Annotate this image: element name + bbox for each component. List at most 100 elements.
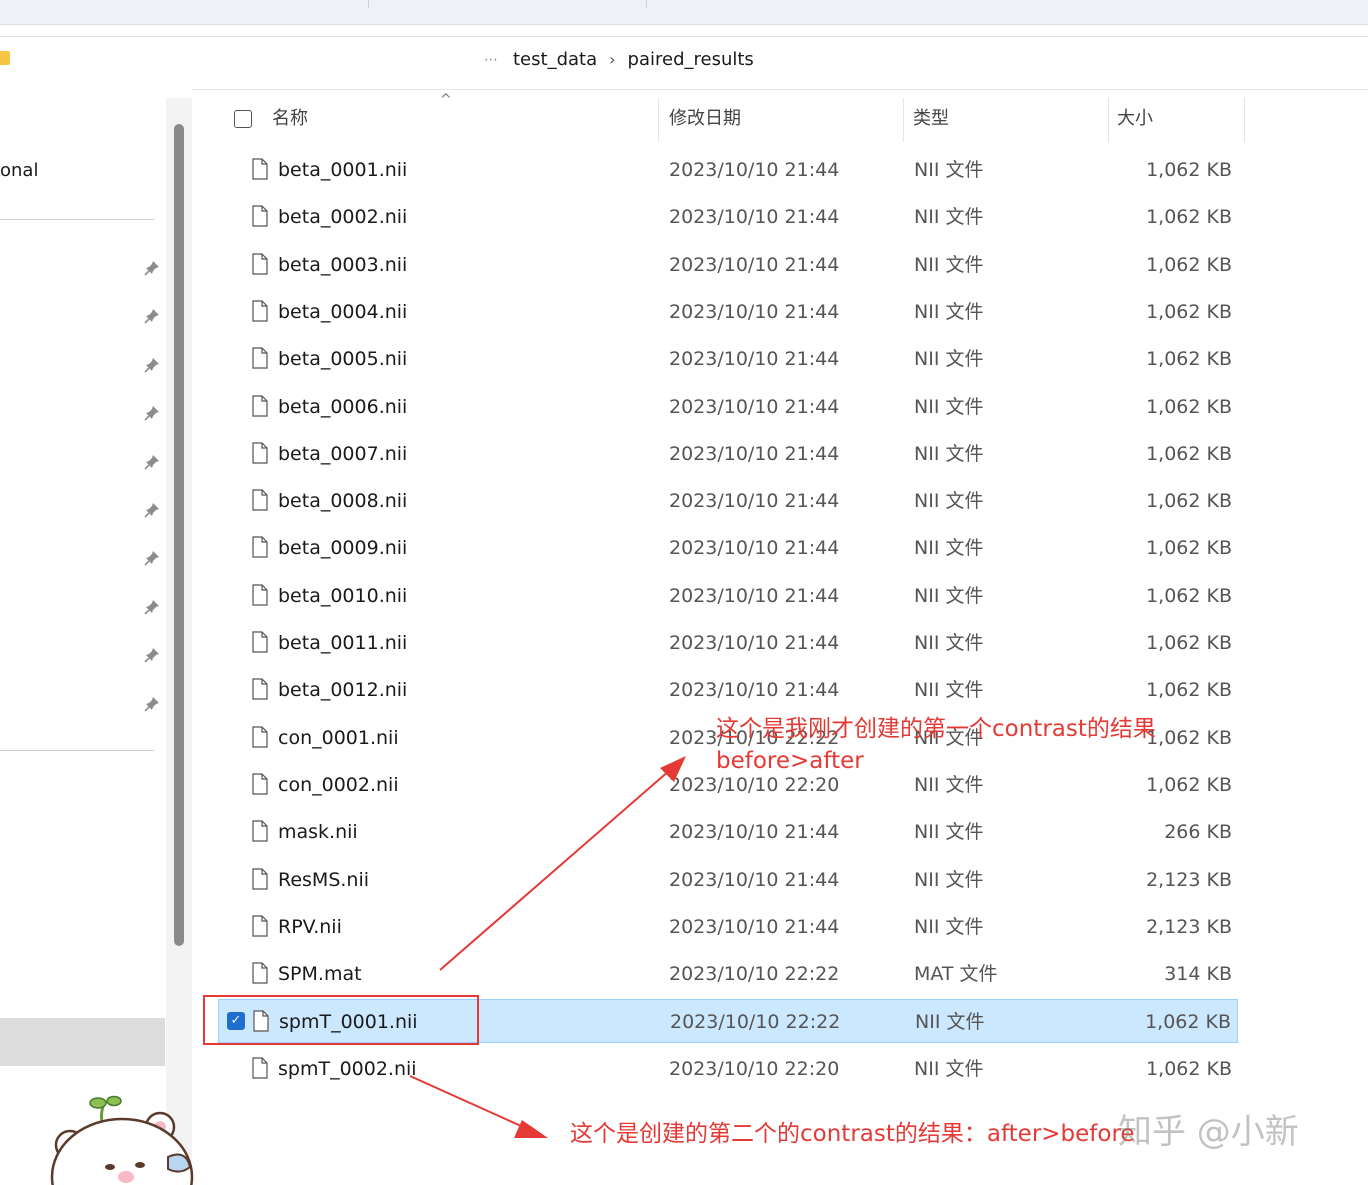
file-type: NII 文件 <box>914 442 984 465</box>
file-icon <box>252 252 268 275</box>
chevron-right-icon[interactable]: › <box>609 50 615 69</box>
file-row[interactable]: ResMS.nii 2023/10/10 21:44 NII 文件 2,123 KB <box>218 858 1238 902</box>
column-type[interactable]: 类型 <box>913 98 949 142</box>
column-date[interactable]: 修改日期 <box>669 98 741 142</box>
file-icon <box>252 962 268 984</box>
file-row[interactable]: beta_0004.nii 2023/10/10 21:44 NII 文件 1,062… <box>218 290 1238 334</box>
file-date: 2023/10/10 21:44 <box>669 632 840 654</box>
file-type: NII 文件 <box>914 1057 984 1080</box>
file-row[interactable]: beta_0008.nii 2023/10/10 21:44 NII 文件 1,062… <box>218 479 1238 523</box>
nav-item-partial[interactable]: onal <box>0 160 38 181</box>
tab-strip <box>0 0 1368 25</box>
file-row[interactable]: mask.nii 2023/10/10 21:44 NII 文件 266 KB <box>218 810 1238 854</box>
file-size: 2,123 KB <box>1146 868 1232 891</box>
file-type: NII 文件 <box>914 868 984 891</box>
file-row[interactable]: beta_0005.nii 2023/10/10 21:44 NII 文件 1,062… <box>218 337 1238 381</box>
column-divider[interactable] <box>658 98 659 142</box>
pin-icon[interactable] <box>144 550 160 566</box>
pin-icon[interactable] <box>144 260 160 276</box>
file-size: 1,062 KB <box>1146 395 1232 418</box>
watermark: 知乎 @小新 <box>1118 1112 1299 1152</box>
file-row[interactable]: RPV.nii 2023/10/10 21:44 NII 文件 2,123 KB <box>218 905 1238 949</box>
file-size: 1,062 KB <box>1146 206 1232 229</box>
file-date: 2023/10/10 21:44 <box>669 395 840 418</box>
breadcrumb-item-paired-results[interactable]: paired_results <box>628 49 754 70</box>
file-row[interactable]: beta_0003.nii 2023/10/10 21:44 NII 文件 1,062… <box>218 243 1238 287</box>
breadcrumb: ⋯ test_data › paired_results <box>484 49 754 70</box>
tab-separator <box>646 0 647 8</box>
pin-icon[interactable] <box>144 454 160 470</box>
address-bar[interactable]: ⋯ test_data › paired_results <box>0 36 1368 90</box>
file-row[interactable]: beta_0007.nii 2023/10/10 21:44 NII 文件 1,062… <box>218 432 1238 476</box>
file-type: NII 文件 <box>915 1011 985 1034</box>
file-row[interactable]: beta_0011.nii 2023/10/10 21:44 NII 文件 1,062… <box>218 621 1238 665</box>
file-date: 2023/10/10 22:20 <box>669 1057 840 1080</box>
file-icon <box>252 158 268 180</box>
nav-scrollbar-thumb[interactable] <box>174 124 184 946</box>
folder-icon <box>0 51 10 65</box>
file-date: 2023/10/10 21:44 <box>669 300 840 323</box>
file-type: NII 文件 <box>914 348 984 371</box>
file-row[interactable]: beta_0002.nii 2023/10/10 21:44 NII 文件 1,062… <box>218 195 1238 239</box>
column-divider[interactable] <box>1108 98 1109 142</box>
file-size: 1,062 KB <box>1146 537 1232 560</box>
file-type: NII 文件 <box>914 490 984 513</box>
pin-icon[interactable] <box>144 696 160 712</box>
pin-icon[interactable] <box>144 599 160 615</box>
file-icon <box>252 489 268 511</box>
file-row[interactable]: SPM.mat 2023/10/10 22:22 MAT 文件 314 KB <box>218 952 1238 996</box>
file-date: 2023/10/10 21:44 <box>669 537 840 560</box>
file-date: 2023/10/10 21:44 <box>669 915 840 938</box>
file-row[interactable]: beta_0006.nii 2023/10/10 21:44 NII 文件 1,062… <box>218 385 1238 429</box>
file-date: 2023/10/10 21:44 <box>669 490 840 513</box>
pin-icon[interactable] <box>144 308 160 324</box>
nav-divider <box>0 219 154 220</box>
file-row[interactable]: beta_0010.nii 2023/10/10 21:44 NII 文件 1,062… <box>218 574 1238 618</box>
file-row[interactable]: spmT_0002.nii 2023/10/10 22:20 NII 文件 1,062… <box>218 1047 1238 1091</box>
file-icon <box>252 536 268 558</box>
pin-icon[interactable] <box>144 647 160 663</box>
file-icon <box>252 820 268 842</box>
file-row[interactable]: beta_0012.nii 2023/10/10 21:44 NII 文件 1,062… <box>218 668 1238 712</box>
file-icon <box>252 773 268 795</box>
file-size: 1,062 KB <box>1146 632 1232 654</box>
annotation-second-contrast: 这个是创建的第二个的contrast的结果：after>before <box>570 1121 1135 1147</box>
nav-item-selected[interactable] <box>0 1018 165 1066</box>
file-row[interactable]: beta_0001.nii 2023/10/10 21:44 NII 文件 1,062… <box>218 148 1238 192</box>
file-date: 2023/10/10 21:44 <box>669 584 840 607</box>
file-type: MAT 文件 <box>914 963 998 986</box>
file-size: 1,062 KB <box>1146 442 1232 465</box>
pin-icon[interactable] <box>144 502 160 518</box>
file-type: NII 文件 <box>914 915 984 938</box>
select-all-checkbox[interactable] <box>234 110 252 128</box>
file-date: 2023/10/10 21:44 <box>669 348 840 371</box>
file-type: NII 文件 <box>914 632 984 654</box>
breadcrumb-overflow[interactable]: ⋯ <box>484 52 501 68</box>
file-date: 2023/10/10 21:44 <box>669 821 840 844</box>
pin-icon[interactable] <box>144 357 160 373</box>
breadcrumb-item-test-data[interactable]: test_data <box>513 49 597 70</box>
column-divider[interactable] <box>903 98 904 142</box>
file-row[interactable]: beta_0009.nii 2023/10/10 21:44 NII 文件 1,062… <box>218 526 1238 570</box>
file-name: spmT_0002.nii <box>278 1057 417 1080</box>
file-size: 1,062 KB <box>1146 159 1232 181</box>
file-size: 1,062 KB <box>1146 300 1232 323</box>
column-divider[interactable] <box>1244 98 1245 142</box>
column-size[interactable]: 大小 <box>1117 98 1153 142</box>
file-date: 2023/10/10 21:44 <box>669 253 840 276</box>
column-name[interactable]: 名称 <box>272 98 308 142</box>
file-name: beta_0012.nii <box>278 679 408 702</box>
pin-icon[interactable] <box>144 405 160 421</box>
navigation-pane: onal <box>0 88 192 1185</box>
file-name: beta_0006.nii <box>278 395 408 418</box>
bear-sticker-icon <box>50 1095 194 1185</box>
file-icon <box>252 584 268 606</box>
file-name: beta_0005.nii <box>278 348 408 371</box>
file-icon <box>252 725 268 748</box>
file-size: 314 KB <box>1164 963 1232 986</box>
file-size: 1,062 KB <box>1146 773 1232 796</box>
file-name: con_0001.nii <box>278 726 399 749</box>
file-type: NII 文件 <box>914 253 984 276</box>
file-name: ResMS.nii <box>278 868 370 891</box>
file-name: SPM.mat <box>278 963 362 986</box>
